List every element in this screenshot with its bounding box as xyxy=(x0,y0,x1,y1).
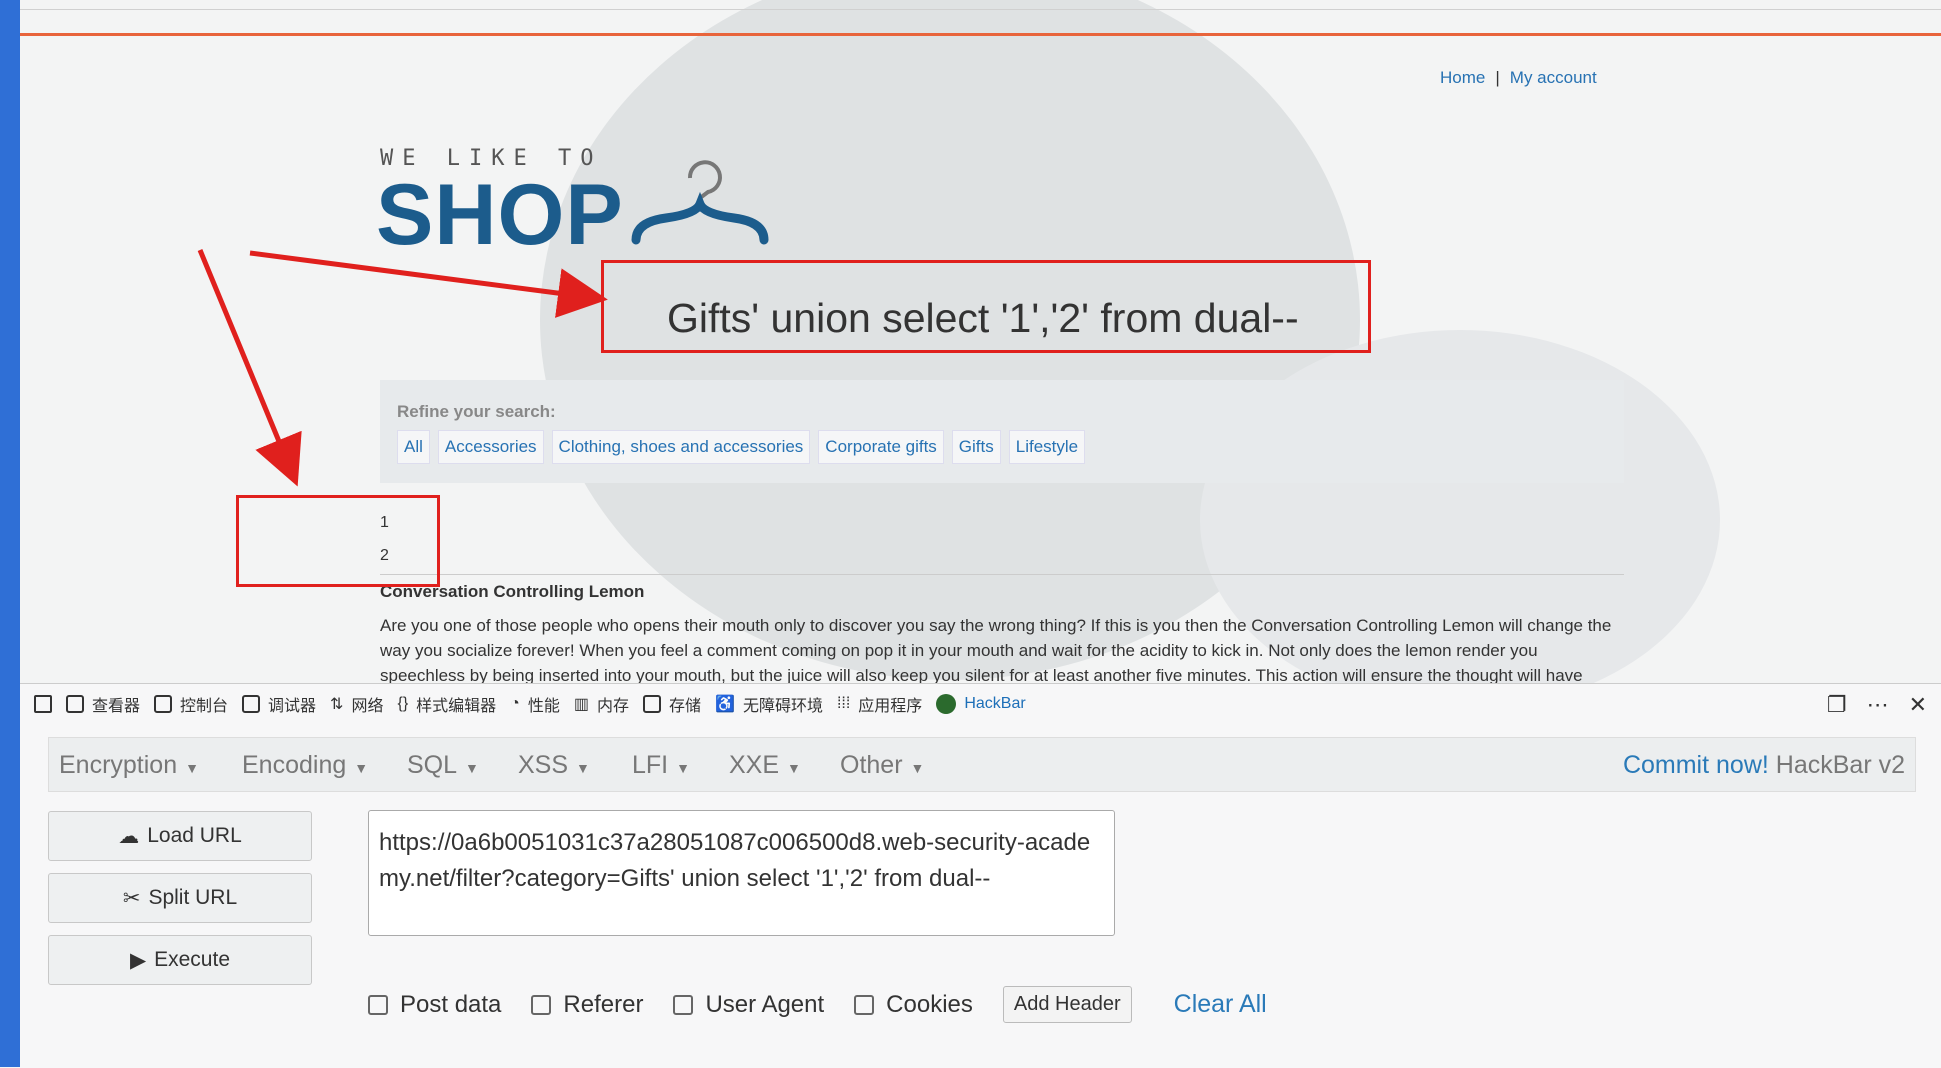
caret-down-icon: ▼ xyxy=(354,760,369,776)
commit-banner: Commit now! HackBar v2 xyxy=(1623,751,1905,780)
menu-label: XXE xyxy=(729,751,780,779)
menu-label: XSS xyxy=(518,751,569,779)
menu-label: Encryption xyxy=(59,751,178,779)
tab-label: HackBar xyxy=(964,695,1026,712)
user-agent-checkbox[interactable] xyxy=(673,994,694,1015)
menu-lfi[interactable]: LFI ▼ xyxy=(632,751,690,780)
menu-label: Other xyxy=(840,751,903,779)
hackbar-icon xyxy=(936,694,957,714)
button-label: Split URL xyxy=(148,886,238,909)
menu-other[interactable]: Other ▼ xyxy=(840,751,924,780)
cookies-option[interactable]: Cookies xyxy=(854,991,973,1019)
referer-checkbox[interactable] xyxy=(531,994,552,1015)
clear-all-link[interactable]: Clear All xyxy=(1174,990,1267,1019)
hackbar-version: HackBar v2 xyxy=(1775,751,1905,779)
menu-label: LFI xyxy=(632,751,669,779)
load-url-button[interactable]: ☁ Load URL xyxy=(48,811,312,861)
network-icon: ⇅ xyxy=(330,696,344,713)
close-icon[interactable]: ✕ xyxy=(1909,692,1927,718)
tab-style-editor[interactable]: {} 样式编辑器 xyxy=(397,692,496,716)
tab-memory[interactable]: ▥ 内存 xyxy=(574,692,629,716)
tab-label: 网络 xyxy=(351,698,384,715)
commit-now-link[interactable]: Commit now! xyxy=(1623,751,1769,779)
console-icon xyxy=(154,695,173,713)
picker-icon xyxy=(34,695,52,713)
tab-label: 控制台 xyxy=(180,698,229,715)
more-options-icon[interactable]: ⋯ xyxy=(1867,692,1889,718)
caret-down-icon: ▼ xyxy=(185,760,199,776)
menu-label: Encoding xyxy=(242,751,347,779)
button-label: Load URL xyxy=(147,824,242,847)
request-options: Post data Referer User Agent Cookies Add… xyxy=(368,986,1267,1023)
tab-hackbar[interactable]: HackBar xyxy=(936,694,1026,714)
option-label: Referer xyxy=(563,990,644,1018)
menu-xxe[interactable]: XXE ▼ xyxy=(729,751,801,780)
tab-label: 性能 xyxy=(527,698,560,715)
execute-button[interactable]: ▶ Execute xyxy=(48,935,312,985)
tab-console[interactable]: 控制台 xyxy=(154,692,228,716)
hackbar-menu: Encryption ▼ Encoding ▼ SQL ▼ XSS ▼ LFI ▼ XXE… xyxy=(48,737,1916,792)
tab-label: 样式编辑器 xyxy=(416,698,497,715)
tab-storage[interactable]: 存储 xyxy=(643,692,701,716)
memory-icon: ▥ xyxy=(573,696,589,713)
dock-side-icon[interactable]: ❐ xyxy=(1827,692,1847,718)
play-circle-icon: ▶ xyxy=(129,948,147,972)
tab-application[interactable]: ⁞⁞⁞ 应用程序 xyxy=(837,692,922,716)
devtools-tabbar: 查看器 控制台 调试器 ⇅ 网络 {} 样式编辑器 ◔ 性能 ▥ 内存 存储 ♿ 无障碍环… xyxy=(20,684,1941,724)
caret-down-icon: ▼ xyxy=(676,760,690,776)
option-label: Post data xyxy=(400,990,502,1018)
performance-icon: ◔ xyxy=(510,695,520,712)
tab-label: 无障碍环境 xyxy=(742,698,823,715)
menu-xss[interactable]: XSS ▼ xyxy=(518,751,590,780)
application-grid-icon: ⁞⁞⁞ xyxy=(836,695,851,712)
tab-label: 内存 xyxy=(596,698,629,715)
devtools-controls: ❐ ⋯ ✕ xyxy=(1827,692,1927,718)
caret-down-icon: ▼ xyxy=(910,760,925,776)
arrow-to-results xyxy=(197,249,302,487)
tab-label: 调试器 xyxy=(268,698,317,715)
element-picker-button[interactable] xyxy=(34,695,52,713)
post-data-checkbox[interactable] xyxy=(368,994,388,1015)
inspector-icon xyxy=(66,695,84,713)
debugger-icon xyxy=(242,695,261,713)
tab-inspector[interactable]: 查看器 xyxy=(66,692,140,716)
style-editor-icon: {} xyxy=(397,695,409,712)
button-label: Execute xyxy=(154,948,231,971)
menu-encryption[interactable]: Encryption ▼ xyxy=(59,751,199,780)
tab-network[interactable]: ⇅ 网络 xyxy=(330,692,383,716)
tab-accessibility[interactable]: ♿ 无障碍环境 xyxy=(715,692,823,716)
split-url-button[interactable]: ✂ Split URL xyxy=(48,873,312,923)
option-label: Cookies xyxy=(886,990,973,1018)
url-textarea[interactable]: https://0a6b0051031c37a28051087c006500d8… xyxy=(368,810,1115,936)
accessibility-icon: ♿ xyxy=(715,696,735,713)
annotation-arrows xyxy=(197,249,608,487)
storage-icon xyxy=(643,695,661,713)
referer-option[interactable]: Referer xyxy=(531,991,643,1019)
tab-performance[interactable]: ◔ 性能 xyxy=(510,692,560,716)
arrow-to-heading xyxy=(249,250,608,318)
cookies-checkbox[interactable] xyxy=(854,994,875,1015)
menu-label: SQL xyxy=(407,751,458,779)
tab-debugger[interactable]: 调试器 xyxy=(242,692,316,716)
tab-label: 应用程序 xyxy=(858,698,923,715)
scissors-icon: ✂ xyxy=(122,886,141,910)
caret-down-icon: ▼ xyxy=(787,760,801,776)
add-header-button[interactable]: Add Header xyxy=(1002,986,1132,1023)
tab-label: 存储 xyxy=(669,698,702,715)
caret-down-icon: ▼ xyxy=(576,760,590,776)
post-data-option[interactable]: Post data xyxy=(368,991,501,1019)
caret-down-icon: ▼ xyxy=(465,760,479,776)
tab-label: 查看器 xyxy=(92,698,141,715)
devtools-panel: 查看器 控制台 调试器 ⇅ 网络 {} 样式编辑器 ◔ 性能 ▥ 内存 存储 ♿ 无障碍环… xyxy=(20,683,1941,1068)
menu-sql[interactable]: SQL ▼ xyxy=(407,751,479,780)
menu-encoding[interactable]: Encoding ▼ xyxy=(242,751,368,780)
user-agent-option[interactable]: User Agent xyxy=(673,991,824,1019)
option-label: User Agent xyxy=(705,990,825,1018)
cloud-download-icon: ☁ xyxy=(118,824,140,848)
